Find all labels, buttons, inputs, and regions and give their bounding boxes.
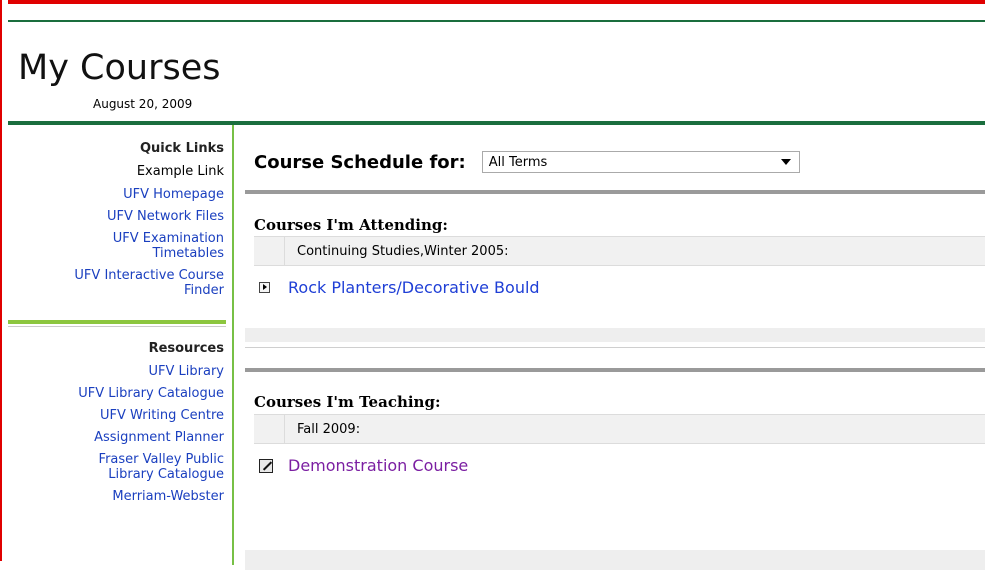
resource-writing-centre[interactable]: UFV Writing Centre (8, 408, 224, 423)
quick-link-exam-timetables[interactable]: UFV Examination Timetables (8, 231, 224, 261)
attending-course-link[interactable]: Rock Planters/Decorative Bould (288, 278, 540, 297)
teaching-term-label: Fall 2009: (297, 421, 361, 437)
attending-term-row: Continuing Studies,Winter 2005: (254, 236, 985, 266)
expand-arrow-icon[interactable] (259, 282, 270, 293)
quick-links-heading: Quick Links (139, 141, 224, 156)
teaching-term-row: Fall 2009: (254, 414, 985, 444)
teaching-course-link[interactable]: Demonstration Course (288, 456, 468, 475)
sidebar-divider-shadow (8, 326, 226, 327)
attending-term-label: Continuing Studies,Winter 2005: (297, 243, 509, 259)
resource-merriam-webster[interactable]: Merriam-Webster (8, 489, 224, 504)
resource-assignment-planner[interactable]: Assignment Planner (8, 430, 224, 445)
header-top-rule (8, 20, 985, 22)
page-date: August 20, 2009 (93, 97, 193, 111)
term-row-spacer (254, 415, 285, 443)
quick-link-course-finder[interactable]: UFV Interactive Course Finder (8, 268, 224, 298)
page-container: My Courses August 20, 2009 Quick Links E… (8, 4, 985, 570)
resource-public-library[interactable]: Fraser Valley Public Library Catalogue (8, 452, 224, 482)
resource-library-catalogue[interactable]: UFV Library Catalogue (8, 386, 224, 401)
quick-link-network-files[interactable]: UFV Network Files (8, 209, 224, 224)
term-row-spacer (254, 237, 285, 265)
resource-ufv-library[interactable]: UFV Library (8, 364, 224, 379)
sidebar: Quick Links Example Link UFV Homepage UF… (8, 125, 234, 565)
window-border-left (0, 0, 8, 561)
schedule-row: Course Schedule for: All Terms (254, 151, 800, 173)
resources-heading: Resources (148, 341, 224, 356)
attending-footer-band (245, 328, 985, 342)
teaching-top-rule (245, 368, 985, 372)
sidebar-divider (8, 320, 226, 324)
resources-section: Resources UFV Library UFV Library Catalo… (8, 341, 232, 504)
quick-link-ufv-homepage[interactable]: UFV Homepage (8, 187, 224, 202)
attending-course-row[interactable]: Rock Planters/Decorative Bould (259, 278, 540, 297)
page-title: My Courses (18, 48, 221, 88)
term-select[interactable]: All Terms (481, 151, 800, 173)
quick-link-example: Example Link (136, 164, 224, 179)
quick-links-section: Quick Links Example Link UFV Homepage UF… (8, 125, 232, 298)
chevron-down-icon (780, 159, 791, 165)
attending-title: Courses I'm Attending: (254, 216, 448, 234)
teaching-title: Courses I'm Teaching: (254, 393, 441, 411)
attending-top-rule (245, 190, 985, 194)
teaching-footer-band (245, 550, 985, 570)
term-select-value: All Terms (488, 154, 548, 170)
attending-bottom-rule (245, 347, 985, 348)
teaching-course-row[interactable]: Demonstration Course (259, 456, 468, 475)
edit-pencil-icon[interactable] (259, 458, 273, 473)
schedule-label: Course Schedule for: (254, 151, 466, 173)
